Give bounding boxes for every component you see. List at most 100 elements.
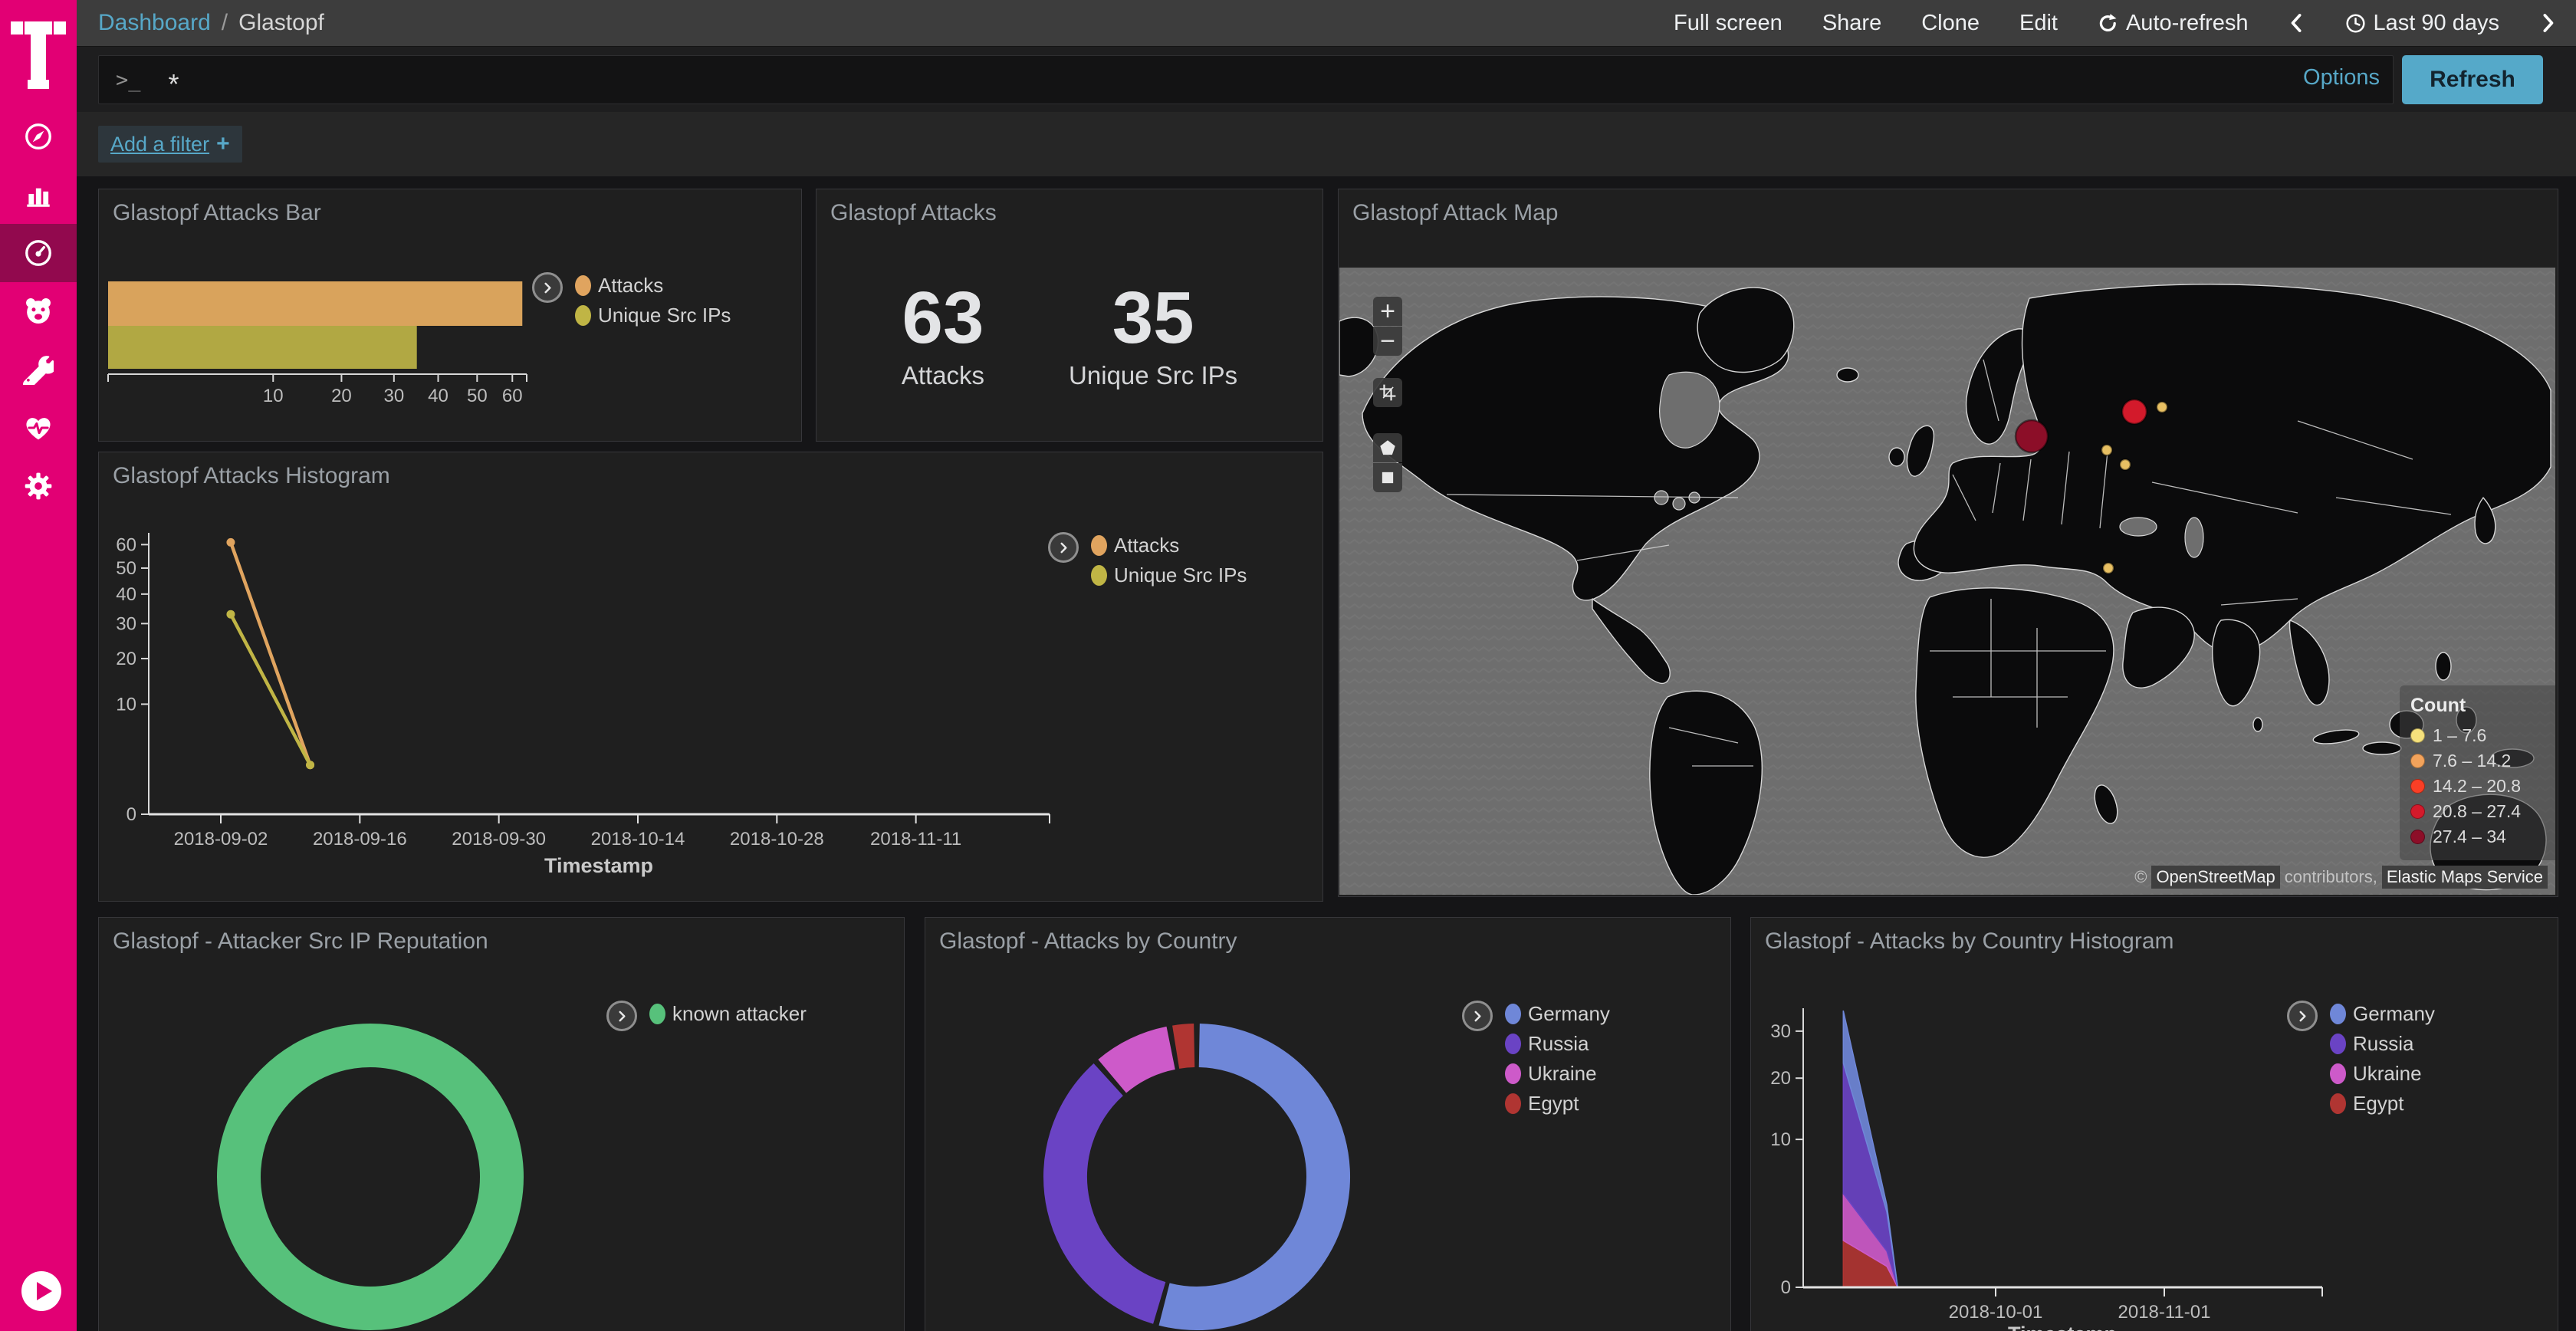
menu-item-share[interactable]: Share <box>1822 11 1881 36</box>
x-axis-label: Timestamp <box>2008 1323 2117 1331</box>
legend-toggle-button[interactable] <box>532 272 563 303</box>
map-legend-item: 20.8 – 27.4 <box>2410 799 2555 824</box>
time-next-button[interactable] <box>2539 13 2556 33</box>
panel-attack-map: Glastopf Attack Map +−Count1 – 7.67.6 – … <box>1338 189 2558 897</box>
expand-sidebar-button[interactable] <box>20 1270 63 1313</box>
add-filter-link[interactable]: Add a filter <box>110 133 209 156</box>
legend-dot <box>2330 1034 2346 1054</box>
legend-item-ukraine[interactable]: Ukraine <box>1505 1063 1610 1084</box>
add-filter-button[interactable]: Add a filter + <box>98 126 242 163</box>
x-axis-tick-label: 2018-09-30 <box>452 829 546 850</box>
bar-unique-src-ips[interactable] <box>108 326 417 369</box>
donut-slice-germany[interactable] <box>1165 1046 1329 1309</box>
legend-items: Germany Russia Ukraine Egypt <box>1505 1001 1610 1114</box>
legend-toggle-button[interactable] <box>1048 532 1079 563</box>
legend-item-germany[interactable]: Germany <box>1505 1003 1610 1024</box>
data-point-attacks[interactable] <box>226 538 235 547</box>
map-marker-germany[interactable] <box>2016 420 2048 452</box>
legend-item-attacks[interactable]: Attacks <box>1091 534 1247 556</box>
map-marker-dot[interactable] <box>2120 459 2131 470</box>
map-marker-dot[interactable] <box>2103 563 2114 573</box>
refresh-icon <box>2098 13 2118 34</box>
legend-toggle-button[interactable] <box>606 1001 637 1031</box>
main-area: Dashboard / Glastopf Full screenShareClo… <box>77 0 2576 1331</box>
panel-country-histogram: Glastopf - Attacks by Country Histogram … <box>1750 917 2558 1331</box>
refresh-button[interactable]: Refresh <box>2402 55 2543 104</box>
legend-item-russia[interactable]: Russia <box>1505 1033 1610 1054</box>
y-axis-tick-label: 40 <box>116 584 136 605</box>
legend-label: Egypt <box>1528 1092 1579 1116</box>
map-draw-rectangle-button[interactable] <box>1373 463 1402 492</box>
menu-item-clone[interactable]: Clone <box>1921 11 1980 36</box>
legend-item-attacks[interactable]: Attacks <box>575 274 731 296</box>
legend-item-unique-src-ips[interactable]: Unique Src IPs <box>575 304 731 326</box>
map-draw-polygon-button[interactable] <box>1373 433 1402 462</box>
chart-legend: Attacks Unique Src IPs <box>1048 532 1247 586</box>
menu-item-full-screen[interactable]: Full screen <box>1674 11 1783 36</box>
donut-slice-russia[interactable] <box>1066 1080 1160 1303</box>
map-bounding-box-filter-button[interactable] <box>1373 378 1402 407</box>
legend-label: Unique Src IPs <box>1114 564 1247 587</box>
map-control-group: +− <box>1373 297 1402 356</box>
heart-pulse-icon <box>21 411 55 445</box>
legend-dot <box>1505 1034 1521 1054</box>
legend-toggle-button[interactable] <box>2287 1001 2318 1031</box>
y-axis-tick-label: 0 <box>1781 1277 1791 1298</box>
legend-item-russia[interactable]: Russia <box>2330 1033 2435 1054</box>
donut-slice-egypt[interactable] <box>1176 1046 1194 1047</box>
time-prev-button[interactable] <box>2288 13 2305 33</box>
map-marker-dot[interactable] <box>2101 445 2112 455</box>
openstreetmap-link[interactable]: OpenStreetMap <box>2151 866 2279 889</box>
x-axis-tick-label: 2018-09-02 <box>174 829 268 850</box>
legend-dot <box>1091 535 1107 556</box>
map-marker-dot[interactable] <box>2157 402 2167 412</box>
legend-item-egypt[interactable]: Egypt <box>1505 1093 1610 1114</box>
x-axis-tick-label: 2018-11-11 <box>870 829 961 850</box>
x-axis-tick-label: 50 <box>467 386 488 406</box>
map-legend-title: Count <box>2410 695 2555 717</box>
attribution-text: contributors, <box>2285 867 2377 887</box>
sidebar-item-monitoring[interactable] <box>0 399 77 457</box>
map-legend-dot <box>2410 728 2425 743</box>
sidebar-item-dev-tools[interactable] <box>0 340 77 399</box>
telekom-logo-icon[interactable] <box>11 18 66 92</box>
donut-slice-known-attacker[interactable] <box>239 1046 502 1309</box>
breadcrumb-dashboard-link[interactable]: Dashboard <box>98 10 211 36</box>
search-input[interactable]: >_ * <box>98 55 2394 104</box>
elastic-maps-service-link[interactable]: Elastic Maps Service <box>2382 866 2548 889</box>
y-axis-tick-label: 20 <box>1770 1068 1791 1089</box>
gauge-icon <box>22 237 54 269</box>
sidebar-item-tpot[interactable] <box>0 282 77 340</box>
options-link[interactable]: Options <box>2303 65 2380 90</box>
legend-dot <box>2330 1063 2346 1084</box>
sidebar-item-management[interactable] <box>0 457 77 515</box>
map-zoom-in-button[interactable]: + <box>1373 297 1402 326</box>
time-picker-button[interactable]: Last 90 days <box>2345 11 2499 36</box>
attack-map[interactable]: +−Count1 – 7.67.6 – 14.214.2 – 20.820.8 … <box>1339 268 2555 895</box>
legend-item-germany[interactable]: Germany <box>2330 1003 2435 1024</box>
donut-slice-ukraine[interactable] <box>1112 1048 1171 1076</box>
legend-label: Germany <box>1528 1002 1610 1026</box>
menu-item-label: Clone <box>1921 11 1980 36</box>
copyright-symbol: © <box>2134 867 2147 887</box>
data-point-unique-src-ips[interactable] <box>306 761 314 769</box>
menu-item-edit[interactable]: Edit <box>2019 11 2058 36</box>
menu-item-label: Share <box>1822 11 1881 36</box>
sidebar-item-discover[interactable] <box>0 107 77 166</box>
legend-toggle-button[interactable] <box>1462 1001 1493 1031</box>
sidebar-item-visualize[interactable] <box>0 166 77 224</box>
legend-item-known-attacker[interactable]: known attacker <box>649 1003 807 1024</box>
y-axis-tick-label: 50 <box>116 558 136 579</box>
legend-item-egypt[interactable]: Egypt <box>2330 1093 2435 1114</box>
legend-item-unique-src-ips[interactable]: Unique Src IPs <box>1091 564 1247 586</box>
data-point-unique-src-ips[interactable] <box>226 610 235 619</box>
time-picker-label: Last 90 days <box>2374 11 2499 36</box>
legend-item-ukraine[interactable]: Ukraine <box>2330 1063 2435 1084</box>
map-zoom-out-button[interactable]: − <box>1373 327 1402 356</box>
legend-label: Ukraine <box>2353 1062 2422 1086</box>
legend-items: Attacks Unique Src IPs <box>1091 532 1247 586</box>
map-marker-russia[interactable] <box>2122 399 2147 424</box>
bar-attacks[interactable] <box>108 281 522 326</box>
sidebar-item-dashboard[interactable] <box>0 224 77 282</box>
menu-item-auto-refresh[interactable]: Auto-refresh <box>2098 11 2249 36</box>
